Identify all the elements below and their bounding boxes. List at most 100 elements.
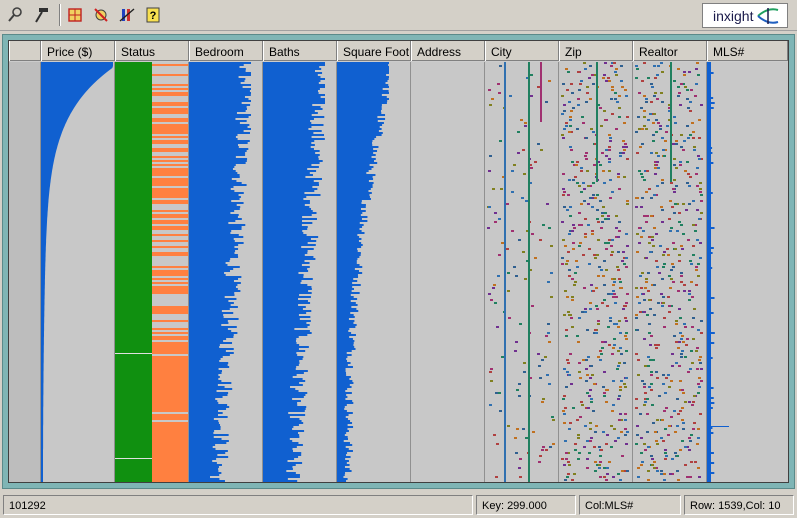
category-mark [615, 227, 618, 229]
category-mark [668, 311, 671, 313]
category-mark [691, 296, 694, 298]
category-mark [682, 392, 685, 394]
category-mark [611, 251, 614, 253]
value-bar [189, 410, 219, 412]
category-mark [660, 470, 663, 472]
category-mark [612, 404, 615, 406]
category-mark [561, 95, 564, 97]
column-header-price[interactable]: Price ($) [41, 41, 115, 61]
value-bar [337, 422, 353, 424]
value-bar [189, 264, 228, 266]
status-orange-stripe [152, 112, 189, 114]
status-orange-stripe [152, 328, 189, 330]
category-mark [506, 203, 509, 205]
value-bar [189, 428, 221, 430]
column-row-gutter[interactable] [9, 62, 41, 482]
category-mark [677, 86, 680, 88]
value-bar [263, 368, 296, 370]
value-bar [263, 324, 310, 326]
column-header-row-gutter[interactable] [9, 41, 41, 61]
status-orange-stripe [152, 448, 189, 450]
category-mark [578, 185, 581, 187]
category-mark [662, 149, 665, 151]
value-bar [263, 398, 293, 400]
column-filter-button[interactable] [116, 4, 138, 26]
column-bedroom[interactable] [189, 62, 263, 482]
column-city[interactable] [485, 62, 559, 482]
column-mls[interactable] [707, 62, 788, 482]
category-mark [664, 428, 667, 430]
column-status[interactable] [115, 62, 189, 482]
column-price[interactable] [41, 62, 115, 482]
value-bar [189, 116, 249, 118]
column-baths[interactable] [263, 62, 337, 482]
category-mark [583, 287, 586, 289]
category-mark [550, 272, 553, 274]
value-bar [189, 432, 214, 434]
category-mark [624, 89, 627, 91]
category-mark [600, 269, 603, 271]
category-mark [692, 245, 695, 247]
value-bar [189, 110, 246, 112]
value-bar [263, 478, 288, 480]
clear-selection-button[interactable] [90, 4, 112, 26]
category-mark [592, 131, 595, 133]
category-mark [618, 221, 621, 223]
category-mark [661, 101, 664, 103]
column-header-address[interactable]: Address [411, 41, 485, 61]
column-header-mls[interactable]: MLS# [707, 41, 788, 61]
value-bar [263, 252, 308, 254]
column-zip[interactable] [559, 62, 633, 482]
category-mark [626, 293, 629, 295]
value-bar [189, 312, 234, 314]
column-header-bedroom[interactable]: Bedroom [189, 41, 263, 61]
category-mark [624, 386, 627, 388]
column-square-foot[interactable] [337, 62, 411, 482]
magnifier-tool-button[interactable] [4, 4, 26, 26]
category-mark [623, 263, 626, 265]
category-mark [579, 377, 582, 379]
category-mark [490, 368, 493, 370]
column-header-city[interactable]: City [485, 41, 559, 61]
grid-select-button[interactable] [64, 4, 86, 26]
value-bar [337, 346, 355, 348]
category-mark [623, 122, 626, 124]
status-orange-stripe [152, 214, 189, 216]
table-body[interactable] [9, 62, 788, 482]
column-header-square-foot[interactable]: Square Foot [337, 41, 411, 61]
column-header-status[interactable]: Status [115, 41, 189, 61]
hammer-tool-button[interactable] [30, 4, 52, 26]
category-mark [660, 473, 663, 475]
category-mark [492, 287, 495, 289]
category-mark [700, 104, 703, 106]
category-mark [683, 74, 686, 76]
category-mark [640, 173, 643, 175]
value-bar [189, 242, 244, 244]
category-mark [674, 431, 677, 433]
category-mark [534, 257, 537, 259]
value-bar [263, 234, 307, 236]
category-mark [600, 353, 603, 355]
category-mark [655, 440, 658, 442]
category-mark [599, 200, 602, 202]
help-button[interactable]: ? [142, 4, 164, 26]
column-address[interactable] [411, 62, 485, 482]
column-header-zip[interactable]: Zip [559, 41, 633, 61]
value-bar [337, 378, 350, 380]
value-bar [337, 224, 364, 226]
status-orange-stripe [152, 222, 189, 224]
category-mark [643, 311, 646, 313]
category-mark [561, 458, 564, 460]
category-mark [655, 131, 658, 133]
value-bar [263, 212, 317, 214]
category-mark [663, 251, 666, 253]
category-mark [613, 281, 616, 283]
column-header-baths[interactable]: Baths [263, 41, 337, 61]
category-mark [687, 107, 690, 109]
value-bar [263, 366, 297, 368]
category-mark [680, 134, 683, 136]
table-lens-view[interactable]: Price ($) Status Bedroom Baths Square Foot Ad… [8, 40, 789, 483]
value-bar [337, 174, 376, 176]
column-header-realtor[interactable]: Realtor [633, 41, 707, 61]
column-realtor[interactable] [633, 62, 707, 482]
